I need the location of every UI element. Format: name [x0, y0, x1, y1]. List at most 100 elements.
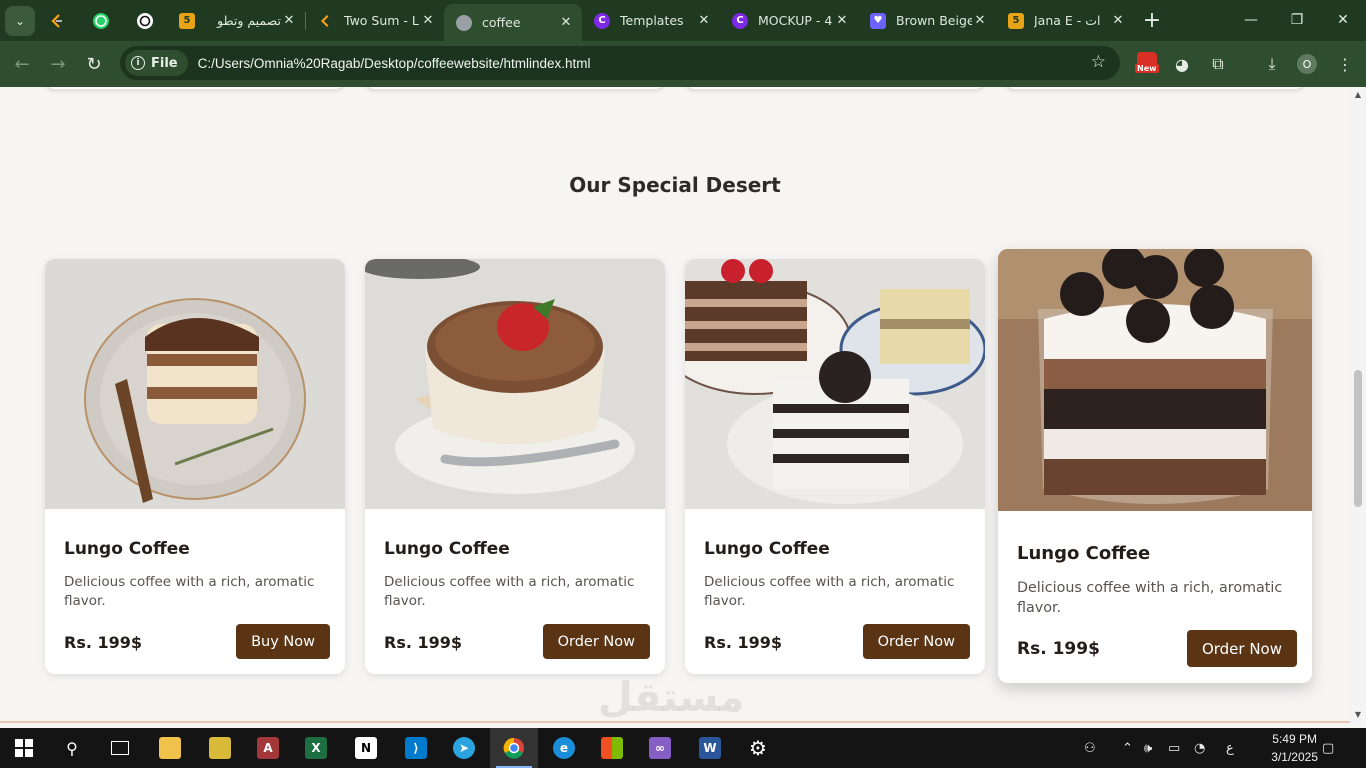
close-icon[interactable]: ✕: [834, 13, 850, 28]
restore-button[interactable]: ❐: [1274, 0, 1320, 40]
excel-icon: X: [305, 737, 327, 759]
volume-icon[interactable]: 🕪: [1144, 728, 1152, 768]
leetcode-icon: [51, 13, 62, 28]
site-info-chip[interactable]: i File: [125, 50, 188, 76]
battery-icon[interactable]: ▭: [1168, 728, 1180, 768]
windows-logo-icon: [15, 739, 33, 757]
tab-search-button[interactable]: ⌄: [5, 5, 35, 36]
taskbar-word[interactable]: W: [686, 728, 734, 768]
card-title: Lungo Coffee: [64, 539, 190, 559]
close-icon[interactable]: ✕: [1110, 13, 1126, 28]
forward-button[interactable]: →: [40, 46, 76, 82]
language-indicator[interactable]: ع: [1226, 728, 1234, 768]
menu-button[interactable]: ⋮: [1330, 47, 1360, 81]
reload-icon: ↻: [86, 53, 102, 75]
taskbar-settings[interactable]: ⚙: [734, 728, 782, 768]
close-icon[interactable]: ✕: [420, 13, 436, 28]
wifi-icon[interactable]: ◔: [1194, 728, 1205, 768]
chevron-up-icon[interactable]: ⌃: [1122, 728, 1133, 768]
minimize-button[interactable]: —: [1228, 0, 1274, 40]
order-now-button[interactable]: Order Now: [542, 624, 650, 659]
close-icon[interactable]: ✕: [972, 13, 988, 28]
telegram-icon: ➤: [453, 737, 475, 759]
tab-coffee-active[interactable]: coffee ✕: [444, 4, 582, 41]
address-bar[interactable]: i File C:/Users/Omnia%20Ragab/Desktop/co…: [120, 46, 1120, 80]
task-view-button[interactable]: [96, 728, 144, 768]
chatgpt-icon: [137, 12, 153, 29]
close-icon[interactable]: ✕: [558, 15, 574, 30]
taskbar-access[interactable]: A: [244, 728, 292, 768]
bookmark-star-icon[interactable]: ☆: [1091, 52, 1106, 72]
tab-2[interactable]: Two Sum - L ✕: [306, 0, 444, 41]
taskbar-file-explorer[interactable]: [146, 728, 194, 768]
order-now-button[interactable]: Order Now: [1186, 630, 1297, 667]
tab-title: Two Sum - L: [344, 13, 419, 28]
taskbar-visual-studio[interactable]: ∞: [636, 728, 684, 768]
extension-new-badge[interactable]: New: [1132, 47, 1162, 81]
tab-title: تصميم وتطو: [217, 13, 281, 28]
chevron-down-icon: ⌄: [14, 13, 26, 28]
card-description: Delicious coffee with a rich, aromatic f…: [384, 574, 635, 609]
pinned-tab-chatgpt[interactable]: [123, 0, 167, 41]
start-button[interactable]: [0, 728, 48, 768]
taskbar-app-tools[interactable]: [196, 728, 244, 768]
close-icon[interactable]: ✕: [281, 13, 297, 28]
reload-button[interactable]: ↻: [76, 46, 112, 82]
whatsapp-icon: [93, 12, 109, 29]
leetcode-icon: [318, 13, 334, 29]
task-view-icon: [111, 741, 129, 755]
tab-7[interactable]: 5 Jana E - ات ✕: [996, 0, 1134, 41]
profile-button[interactable]: O: [1292, 47, 1322, 81]
order-now-button[interactable]: Order Now: [862, 624, 970, 659]
plus-icon: +: [1142, 8, 1162, 33]
extension-icon: New: [1135, 52, 1159, 76]
tab-6[interactable]: ♥ Brown Beige ✕: [858, 0, 996, 41]
windows-taskbar: ⚲ A X N ⟩ ➤ e ∞ W ⚙ ⚇ ⌃ 🕪 ▭ ◔ ع 5:49 PM …: [0, 728, 1366, 768]
taskbar-store[interactable]: [588, 728, 636, 768]
close-window-button[interactable]: ✕: [1320, 0, 1366, 40]
tab-favicon-icon: 5: [1008, 12, 1024, 29]
puzzle-icon: ⧉: [1212, 54, 1224, 73]
download-icon: ⤓: [1268, 54, 1276, 73]
taskbar-chrome[interactable]: [490, 728, 538, 768]
url-text[interactable]: C:/Users/Omnia%20Ragab/Desktop/coffeeweb…: [198, 56, 591, 71]
extension-face-button[interactable]: ◕: [1167, 47, 1197, 81]
tab-title: Templates: [620, 13, 684, 28]
search-button[interactable]: ⚲: [48, 728, 96, 768]
store-icon: [601, 737, 623, 759]
tab-5[interactable]: C MOCKUP - 4 ✕: [720, 0, 858, 41]
tab-1[interactable]: 5 تصميم وتطو ✕: [167, 0, 305, 41]
scrollbar-thumb[interactable]: [1354, 370, 1362, 507]
taskbar-vscode[interactable]: ⟩: [392, 728, 440, 768]
chrome-icon: [503, 737, 524, 759]
extensions-button[interactable]: ⧉: [1203, 47, 1233, 81]
downloads-button[interactable]: ⤓: [1257, 47, 1287, 81]
footer-edge: [0, 721, 1350, 723]
edge-icon: e: [553, 737, 575, 759]
canva-icon: C: [732, 12, 748, 29]
close-icon[interactable]: ✕: [696, 13, 712, 28]
pinned-tab-leetcode[interactable]: [35, 0, 79, 41]
page-scrollbar[interactable]: ▲ ▼: [1350, 87, 1366, 723]
tray-people-icon[interactable]: ⚇: [1084, 728, 1096, 768]
scroll-down-icon[interactable]: ▼: [1350, 707, 1366, 723]
previous-card-bottom: [45, 87, 345, 89]
notification-center-icon[interactable]: ▢: [1322, 728, 1334, 768]
scroll-up-icon[interactable]: ▲: [1350, 87, 1366, 103]
taskbar-telegram[interactable]: ➤: [440, 728, 488, 768]
pinned-tab-whatsapp[interactable]: [79, 0, 123, 41]
previous-card-bottom: [365, 87, 665, 89]
new-tab-button[interactable]: +: [1134, 0, 1170, 41]
tab-4[interactable]: C Templates ✕: [582, 0, 720, 41]
taskbar-notion[interactable]: N: [342, 728, 390, 768]
arrow-right-icon: →: [50, 53, 66, 75]
clock[interactable]: 5:49 PM 3/1/2025: [1271, 730, 1318, 766]
card-description: Delicious coffee with a rich, aromatic f…: [64, 574, 315, 609]
notion-icon: N: [355, 737, 377, 759]
back-button[interactable]: ←: [4, 46, 40, 82]
buy-now-button[interactable]: Buy Now: [236, 624, 330, 659]
taskbar-excel[interactable]: X: [292, 728, 340, 768]
avatar: O: [1297, 54, 1317, 74]
tools-icon: [209, 737, 231, 759]
taskbar-edge[interactable]: e: [540, 728, 588, 768]
